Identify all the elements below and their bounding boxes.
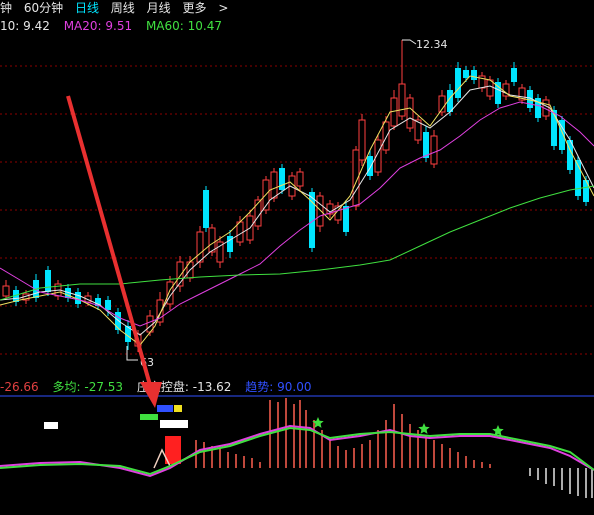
candlestick <box>216 236 224 268</box>
candlestick <box>326 200 334 218</box>
indicator-line-green <box>0 426 594 476</box>
candlestick <box>463 66 469 82</box>
candlestick <box>227 230 233 258</box>
high-price-label: 12.34 <box>416 38 448 51</box>
candlestick <box>390 90 398 130</box>
candlestick <box>176 256 184 292</box>
candlestick <box>203 186 209 232</box>
signal-block <box>44 422 58 429</box>
candlestick <box>559 116 565 154</box>
signal-block <box>140 414 158 420</box>
candlestick <box>279 164 285 194</box>
candlestick <box>502 80 510 100</box>
candlestick <box>478 72 486 92</box>
candlestick <box>343 200 349 236</box>
candlestick <box>382 116 390 154</box>
candlestick <box>518 84 526 104</box>
signal-block <box>160 420 188 428</box>
candlestick <box>430 130 438 168</box>
candlestick <box>535 94 541 122</box>
candlestick <box>495 78 501 108</box>
indicator-histogram <box>195 398 593 498</box>
candlestick <box>455 62 461 102</box>
candlestick <box>246 210 254 244</box>
candlestick <box>398 40 406 120</box>
signal-block <box>157 405 173 412</box>
ma20-line <box>0 101 594 327</box>
star-icon <box>418 423 430 434</box>
candlestick <box>471 66 477 84</box>
candlestick <box>374 134 382 176</box>
candlestick <box>196 226 204 268</box>
indicator-line-magenta <box>0 424 594 478</box>
candlestick <box>406 94 414 132</box>
candlestick <box>414 116 422 144</box>
candlestick <box>2 280 10 300</box>
candlestick <box>296 168 304 192</box>
ma60-line <box>0 185 594 301</box>
candlestick <box>358 114 366 166</box>
candlestick <box>447 84 453 116</box>
signal-block <box>174 405 182 412</box>
candlestick <box>575 156 581 200</box>
chart-canvas: 12.34 63 <box>0 38 594 498</box>
